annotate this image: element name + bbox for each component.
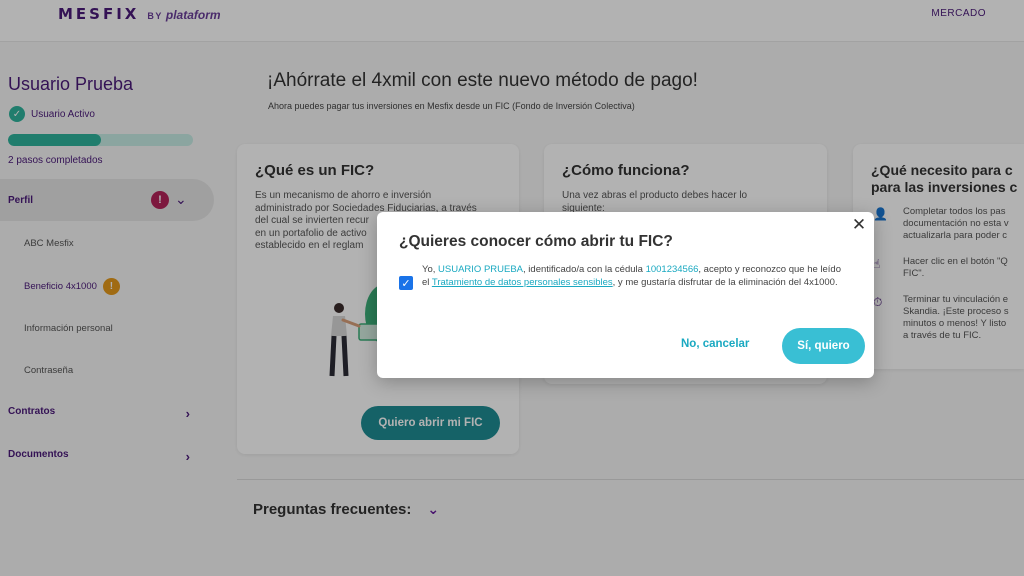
consent-text-part: Yo,	[422, 264, 439, 275]
id-number-highlight: 1001234566	[645, 264, 699, 275]
consent-text-part: , identificado/a con la cédula	[523, 264, 646, 275]
data-treatment-link[interactable]: Tratamiento de datos personales sensible…	[432, 277, 613, 288]
consent-modal: ✕ ¿Quieres conocer cómo abrir tu FIC? ✓ …	[377, 212, 874, 378]
consent-text: Yo, USUARIO PRUEBA, identificado/a con l…	[422, 264, 850, 289]
consent-text-part: , y me gustaría disfrutar de la eliminac…	[612, 276, 838, 288]
confirm-button[interactable]: Sí, quiero	[782, 328, 865, 364]
modal-title: ¿Quieres conocer cómo abrir tu FIC?	[399, 233, 673, 250]
cancel-button[interactable]: No, cancelar	[681, 338, 749, 350]
consent-checkbox[interactable]: ✓	[399, 276, 413, 290]
user-name-highlight: USUARIO PRUEBA	[438, 264, 524, 275]
close-icon[interactable]: ✕	[850, 215, 868, 234]
